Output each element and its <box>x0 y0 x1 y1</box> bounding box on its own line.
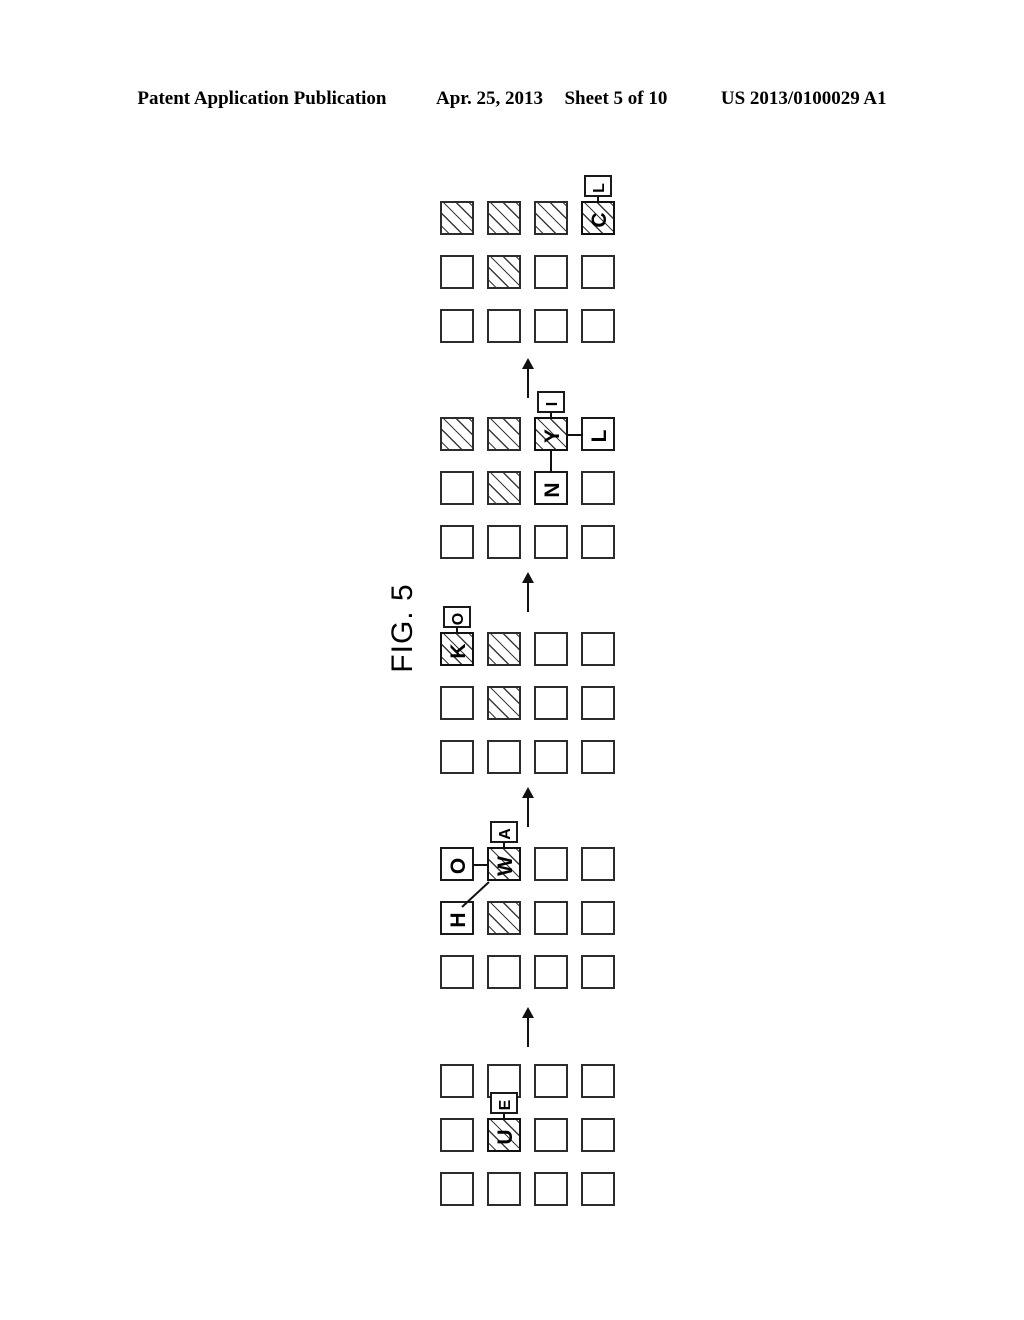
grid-cell <box>581 1172 615 1206</box>
grid-cell <box>440 525 474 559</box>
cell-letter-c: C <box>588 212 611 228</box>
label-box-n: N <box>534 471 568 505</box>
grid-cell <box>487 525 521 559</box>
grid-cell <box>581 1064 615 1098</box>
tag-box-a: A <box>490 821 518 843</box>
flow-arrow-up <box>518 572 538 612</box>
figure-caption: FIG. 5 <box>386 583 419 673</box>
grid-cell <box>440 740 474 774</box>
grid-cell <box>487 1172 521 1206</box>
label-box-l: L <box>581 417 615 451</box>
grid-cell <box>487 309 521 343</box>
grid-cell <box>440 471 474 505</box>
tag-letter-e: E <box>497 1099 514 1111</box>
grid-cell-u: U <box>487 1118 521 1152</box>
grid-panel-5: U E <box>440 1064 615 1206</box>
grid-cell <box>581 1118 615 1152</box>
grid-cell <box>581 309 615 343</box>
tag-letter-l: L <box>591 183 608 193</box>
arrow-shaft <box>527 579 529 612</box>
grid-cell <box>487 632 521 666</box>
grid-cell <box>581 471 615 505</box>
grid-cell <box>534 525 568 559</box>
tag-box-i: I <box>537 391 565 413</box>
cell-letter-k: K <box>447 643 470 659</box>
connector-w-to-h <box>461 881 490 908</box>
grid-cell <box>534 201 568 235</box>
patent-figure: FIG. 5 C L Y L N I K O O W H A U E <box>0 0 1024 1320</box>
grid-cell <box>440 1118 474 1152</box>
connector-y-to-l <box>568 434 583 436</box>
grid-panel-2: Y L N I <box>440 391 615 559</box>
grid-cell <box>581 255 615 289</box>
grid-cell <box>487 201 521 235</box>
connector-y-to-n <box>550 451 552 473</box>
grid-cell <box>440 417 474 451</box>
arrow-shaft <box>527 1014 529 1047</box>
grid-cell <box>440 255 474 289</box>
grid-panel-1: C L <box>440 175 615 343</box>
grid-cell <box>440 309 474 343</box>
tag-box-o: O <box>443 606 471 628</box>
grid-cell <box>581 525 615 559</box>
flow-arrow-up <box>518 358 538 398</box>
grid-cell <box>534 309 568 343</box>
grid-cell <box>581 632 615 666</box>
grid-cell <box>534 632 568 666</box>
grid-cell <box>440 1064 474 1098</box>
tag-letter-i: I <box>544 401 561 407</box>
label-letter-l: L <box>588 429 611 443</box>
grid-cell-k: K <box>440 632 474 666</box>
grid-cell <box>487 417 521 451</box>
tag-box-e: E <box>490 1092 518 1114</box>
grid-cell-y: Y <box>534 417 568 451</box>
flow-arrow-up <box>518 1007 538 1047</box>
arrow-shaft <box>527 365 529 398</box>
grid-cell <box>487 740 521 774</box>
grid-cell <box>534 255 568 289</box>
grid-cell <box>487 255 521 289</box>
grid-cell <box>534 686 568 720</box>
tag-letter-a: A <box>497 828 514 840</box>
grid-cell <box>581 740 615 774</box>
grid-cell <box>534 1172 568 1206</box>
grid-cell <box>534 740 568 774</box>
grid-cell-c: C <box>581 201 615 235</box>
grid-cell <box>440 1172 474 1206</box>
cell-letter-u: U <box>494 1129 517 1145</box>
grid-panel-4: O W H A <box>440 821 615 989</box>
arrow-shaft <box>527 794 529 827</box>
grid-cell <box>487 471 521 505</box>
grid-cell <box>440 686 474 720</box>
grid-cell <box>534 1064 568 1098</box>
grid-cell <box>487 686 521 720</box>
grid-cell <box>581 686 615 720</box>
grid-cell <box>534 1118 568 1152</box>
label-letter-n: N <box>541 482 564 498</box>
grid-panel-3: K O <box>440 606 615 774</box>
grid-cell <box>440 201 474 235</box>
flow-arrow-up <box>518 787 538 827</box>
tag-letter-o: O <box>450 612 467 626</box>
tag-box-l: L <box>584 175 612 197</box>
cell-letter-y: Y <box>541 429 564 444</box>
